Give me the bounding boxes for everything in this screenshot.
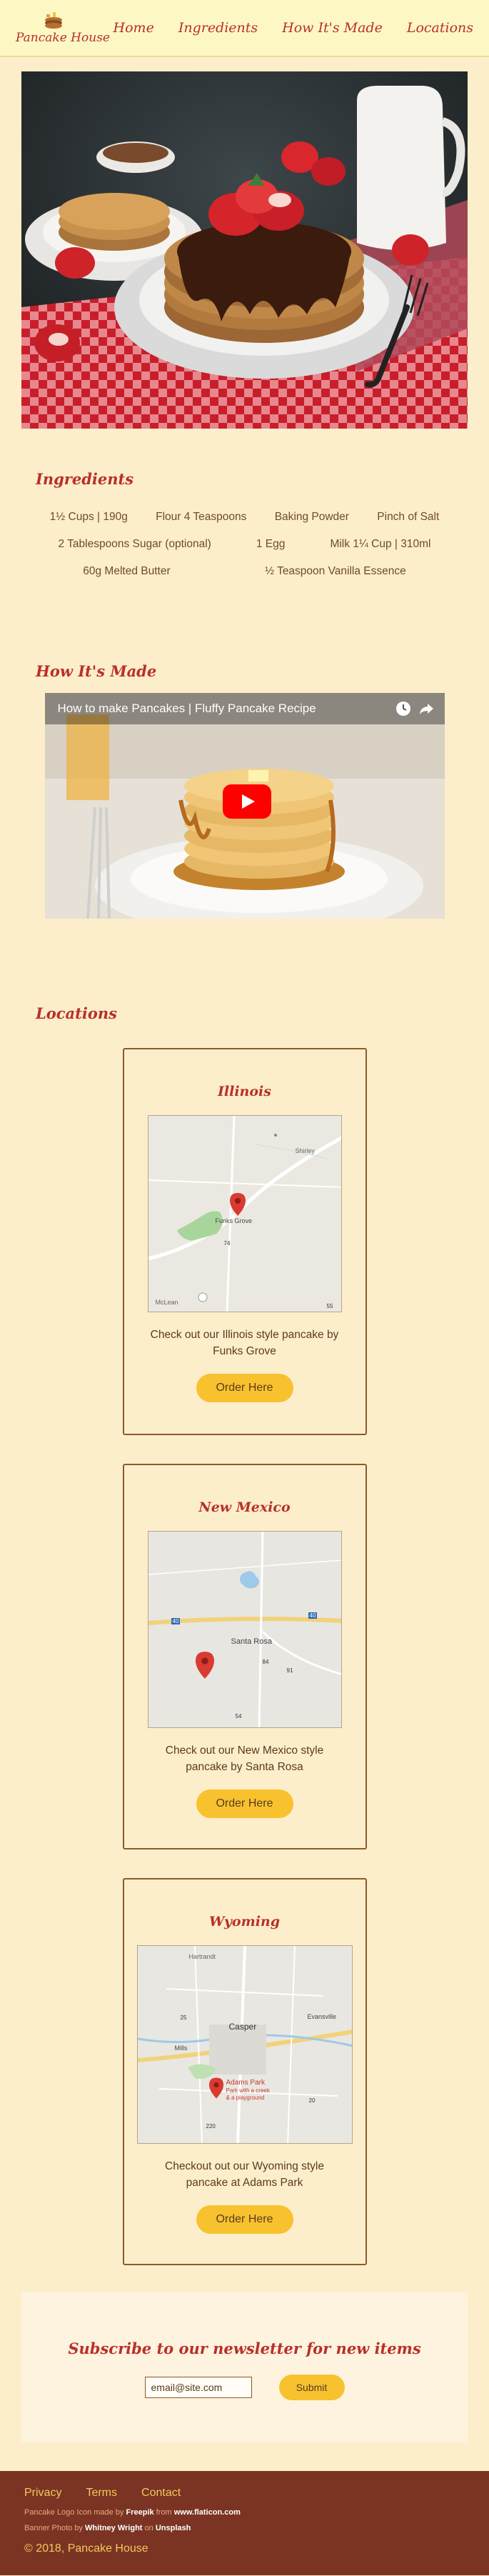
location-card-illinois: Illinois Shirley Funks Grove McLean 74 5… <box>122 1048 367 1435</box>
how-its-made-section: How It's Made How to make Pancakes | Flu… <box>0 578 489 919</box>
youtube-play-icon[interactable] <box>222 784 271 819</box>
map-label: 40 <box>171 1618 181 1624</box>
location-card-new-mexico: New Mexico Santa Rosa 40 40 84 91 54 Che… <box>122 1464 367 1849</box>
map-pin-icon[interactable] <box>195 1652 214 1679</box>
ingredient-item: Pinch of Salt <box>377 511 440 523</box>
ingredients-title: Ingredients <box>36 470 134 488</box>
location-title: Illinois <box>218 1084 271 1099</box>
location-title: Wyoming <box>208 1914 281 1929</box>
credit-text: Banner Photo by <box>24 2524 86 2532</box>
hero-banner-photo <box>21 71 468 429</box>
ingredient-item: Milk 1¼ Cup | 310ml <box>330 538 431 550</box>
credit-text: Pancake Logo Icon made by <box>24 2508 126 2517</box>
logo-credit: Pancake Logo Icon made by Freepik from w… <box>24 2508 465 2517</box>
ingredients-row: 2 Tablespoons Sugar (optional) 1 Egg Mil… <box>36 538 453 551</box>
map-pin-icon[interactable] <box>229 1193 246 1216</box>
map-label: Hartrandt <box>188 1953 216 1960</box>
footer-terms-link[interactable]: Terms <box>86 2487 117 2500</box>
ingredient-item: 60g Melted Butter <box>83 565 171 577</box>
credit-author-link[interactable]: Whitney Wright <box>85 2524 142 2532</box>
map-label: 54 <box>235 1713 242 1719</box>
map-pin-icon[interactable] <box>208 2077 223 2099</box>
location-card-wyoming: Wyoming Hartrandt Casper Mills Evansvill… <box>122 1878 367 2265</box>
order-button[interactable]: Order Here <box>196 1789 293 1818</box>
map-label: Evansville <box>307 2013 337 2020</box>
ingredients-row: 60g Melted Butter ½ Teaspoon Vanilla Ess… <box>36 565 453 578</box>
pancake-logo-icon <box>45 12 62 29</box>
ingredients-section: Ingredients 1½ Cups | 190g Flour 4 Teasp… <box>0 429 489 578</box>
footer-privacy-link[interactable]: Privacy <box>24 2487 61 2500</box>
credit-text: from <box>153 2508 174 2517</box>
credit-author-link[interactable]: Freepik <box>126 2508 153 2517</box>
map-label: 40 <box>308 1612 318 1619</box>
newsletter-section: Subscribe to our newsletter for new item… <box>21 2292 468 2442</box>
newsletter-form: Submit <box>144 2375 345 2400</box>
footer: Privacy Terms Contact Pancake Logo Icon … <box>0 2471 489 2575</box>
locations-section: Locations Illinois Shirley Funks Grove M… <box>0 919 489 2265</box>
ingredient-item: ½ Teaspoon Vanilla Essence <box>265 565 406 577</box>
map-label: Casper <box>228 2022 257 2032</box>
map-label: Adams Park <box>226 2079 265 2087</box>
credit-site-link[interactable]: Unsplash <box>156 2524 191 2532</box>
credit-text: on <box>142 2524 156 2532</box>
footer-links: Privacy Terms Contact <box>24 2487 465 2500</box>
submit-button[interactable]: Submit <box>278 2375 345 2400</box>
share-icon[interactable] <box>418 700 435 717</box>
map-label: 74 <box>223 1240 231 1247</box>
video-title[interactable]: How to make Pancakes | Fluffy Pancake Re… <box>58 702 316 716</box>
location-description: Checkout out our Wyoming style pancake a… <box>165 2160 324 2189</box>
nav-ingredients[interactable]: Ingredients <box>178 20 258 36</box>
top-navbar: Pancake House Home Ingredients How It's … <box>0 0 489 57</box>
clock-icon[interactable] <box>395 700 412 717</box>
map-label: Mills <box>174 2045 188 2052</box>
map-label: 55 <box>326 1303 333 1309</box>
map-wyoming[interactable]: Hartrandt Casper Mills Evansville Adams … <box>136 1945 353 2144</box>
locations-title: Locations <box>36 1004 117 1022</box>
pancake-photo <box>21 71 468 429</box>
footer-contact-link[interactable]: Contact <box>141 2487 181 2500</box>
nav-links: Home Ingredients How It's Made Locations <box>114 20 473 36</box>
map-label: McLean <box>155 1299 178 1306</box>
brand-name: Pancake House <box>16 31 110 45</box>
ingredient-item: Flour 4 Teaspoons <box>156 511 247 523</box>
map-label: 84 <box>262 1659 269 1665</box>
ingredient-item: 2 Tablespoons Sugar (optional) <box>58 538 211 550</box>
brand[interactable]: Pancake House <box>16 11 110 45</box>
order-button[interactable]: Order Here <box>196 2205 293 2234</box>
newsletter-title: Subscribe to our newsletter for new item… <box>68 2340 421 2357</box>
how-its-made-title: How It's Made <box>36 662 157 680</box>
nav-home[interactable]: Home <box>114 20 154 36</box>
credit-site-link[interactable]: www.flaticon.com <box>174 2508 241 2517</box>
location-description: Check out our New Mexico style pancake b… <box>165 1744 324 1773</box>
nav-locations[interactable]: Locations <box>407 20 473 36</box>
ingredient-item: Baking Powder <box>274 511 349 523</box>
map-label: Park with a creek <box>226 2087 270 2094</box>
map-label: 220 <box>206 2123 216 2130</box>
map-label: Shirley <box>295 1147 316 1154</box>
map-new-mexico[interactable]: Santa Rosa 40 40 84 91 54 <box>147 1531 342 1728</box>
photo-credit: Banner Photo by Whitney Wright on Unspla… <box>24 2524 465 2532</box>
map-label: Santa Rosa <box>231 1637 272 1646</box>
map-label: & a playground <box>226 2095 265 2101</box>
order-button[interactable]: Order Here <box>196 1374 293 1402</box>
nav-how-its-made[interactable]: How It's Made <box>282 20 383 36</box>
ingredients-row: 1½ Cups | 190g Flour 4 Teaspoons Baking … <box>36 511 453 524</box>
email-input[interactable] <box>144 2377 252 2398</box>
video-player[interactable]: How to make Pancakes | Fluffy Pancake Re… <box>44 693 445 919</box>
location-title: New Mexico <box>198 1499 291 1515</box>
map-label: 91 <box>286 1667 293 1674</box>
copyright: © 2018, Pancake House <box>24 2542 148 2555</box>
map-illinois[interactable]: Shirley Funks Grove McLean 74 55 <box>147 1115 342 1312</box>
map-label: 20 <box>308 2097 316 2104</box>
map-label: 25 <box>180 2015 187 2021</box>
ingredient-item: 1 Egg <box>256 538 286 550</box>
map-label: Funks Grove <box>215 1217 253 1224</box>
ingredient-item: 1½ Cups | 190g <box>49 511 128 523</box>
location-description: Check out our Illinois style pancake by … <box>150 1329 339 1357</box>
